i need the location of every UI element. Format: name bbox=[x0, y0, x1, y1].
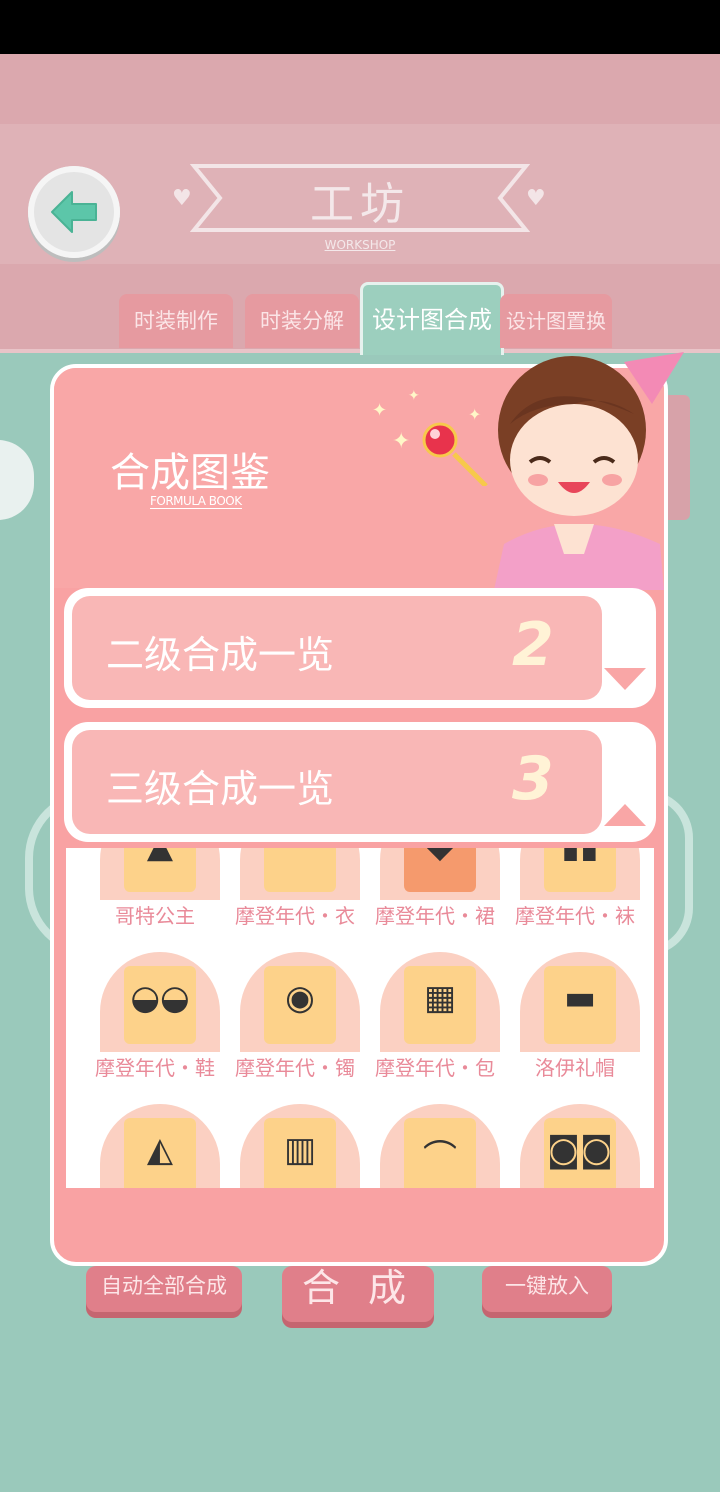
belt-icon: ⌒ bbox=[423, 1138, 457, 1178]
back-button[interactable] bbox=[28, 166, 120, 258]
recipe-item[interactable]: ◭ bbox=[80, 1104, 220, 1188]
recipe-item[interactable]: ◙◙ bbox=[500, 1104, 640, 1188]
collapse-up-icon[interactable] bbox=[602, 802, 648, 828]
dress-icon: ▲ bbox=[124, 848, 196, 866]
formula-book-title: 合成图鉴 bbox=[110, 450, 270, 496]
tab-design-replace[interactable]: 设计图置换 bbox=[500, 294, 612, 348]
tab-fashion-make[interactable]: 时装制作 bbox=[119, 294, 233, 348]
auto-compose-all-button[interactable]: 自动全部合成 bbox=[86, 1266, 242, 1312]
svg-text:✦: ✦ bbox=[468, 405, 481, 424]
level-2-section[interactable]: 二级合成一览 2 bbox=[64, 588, 656, 708]
vest-icon: ▥ bbox=[283, 1130, 317, 1170]
one-click-add-button[interactable]: 一键放入 bbox=[482, 1266, 612, 1312]
level-3-number: 3 bbox=[512, 744, 554, 814]
girl-mascot bbox=[494, 352, 684, 590]
shoes-icon: ◒◒ bbox=[130, 978, 190, 1018]
level-2-label: 二级合成一览 bbox=[106, 633, 335, 677]
magic-wand-icon: ✦ ✦ ✦ ✦ bbox=[372, 388, 488, 486]
tab-design-compose[interactable]: 设计图合成 bbox=[360, 282, 504, 355]
expand-down-icon[interactable] bbox=[602, 666, 648, 692]
svg-text:✦: ✦ bbox=[408, 388, 420, 404]
recipe-item[interactable]: ◆ 摩登年代・裙 bbox=[360, 848, 500, 950]
tab-fashion-decompose[interactable]: 时装分解 bbox=[245, 294, 359, 348]
svg-text:✦: ✦ bbox=[372, 400, 387, 421]
level-3-label: 三级合成一览 bbox=[106, 767, 335, 811]
status-bar bbox=[0, 0, 720, 54]
recipe-item[interactable]: ▮▮ 摩登年代・袜 bbox=[500, 848, 640, 950]
jacket-icon: ◭ bbox=[146, 1130, 174, 1170]
hat-icon: ▬ bbox=[563, 978, 597, 1018]
recipe-grid[interactable]: ▲ 哥特公主 ▀ 摩登年代・衣 ◆ 摩登年代・裙 ▮▮ 摩登年代・袜 ◒◒ 摩登… bbox=[66, 848, 654, 1188]
sandals-icon: ◙◙ bbox=[547, 1130, 613, 1170]
page-subtitle: WORKSHOP bbox=[324, 238, 396, 252]
bag-icon: ▦ bbox=[423, 978, 457, 1018]
recipe-item[interactable]: ◒◒ 摩登年代・鞋 bbox=[80, 952, 220, 1102]
skirt-icon: ◆ bbox=[404, 848, 476, 866]
level-2-number: 2 bbox=[512, 610, 554, 680]
recipe-item[interactable]: ▀ 摩登年代・衣 bbox=[220, 848, 360, 950]
recipe-item[interactable]: ⌒ bbox=[360, 1104, 500, 1188]
recipe-item[interactable]: ▥ bbox=[220, 1104, 360, 1188]
svg-text:✦: ✦ bbox=[392, 429, 410, 454]
recipe-item[interactable]: ▦ 摩登年代・包 bbox=[360, 952, 500, 1102]
back-arrow-icon bbox=[51, 191, 97, 233]
heart-icon: ♥ bbox=[172, 186, 192, 211]
side-expand-button[interactable] bbox=[0, 440, 34, 520]
recipe-item[interactable]: ▬ 洛伊礼帽 bbox=[500, 952, 640, 1102]
recipe-item[interactable]: ▲ 哥特公主 bbox=[80, 848, 220, 950]
formula-book-subtitle: FORMULA BOOK bbox=[150, 494, 242, 509]
level-3-section[interactable]: 三级合成一览 3 bbox=[64, 722, 656, 842]
page-title: 工坊 bbox=[310, 179, 410, 230]
compose-button[interactable]: 合 成 bbox=[282, 1266, 434, 1322]
bracelet-icon: ◉ bbox=[285, 978, 315, 1018]
recipe-item[interactable]: ◉ 摩登年代・镯 bbox=[220, 952, 360, 1102]
top-icon: ▀ bbox=[264, 848, 336, 866]
socks-icon: ▮▮ bbox=[544, 848, 616, 866]
